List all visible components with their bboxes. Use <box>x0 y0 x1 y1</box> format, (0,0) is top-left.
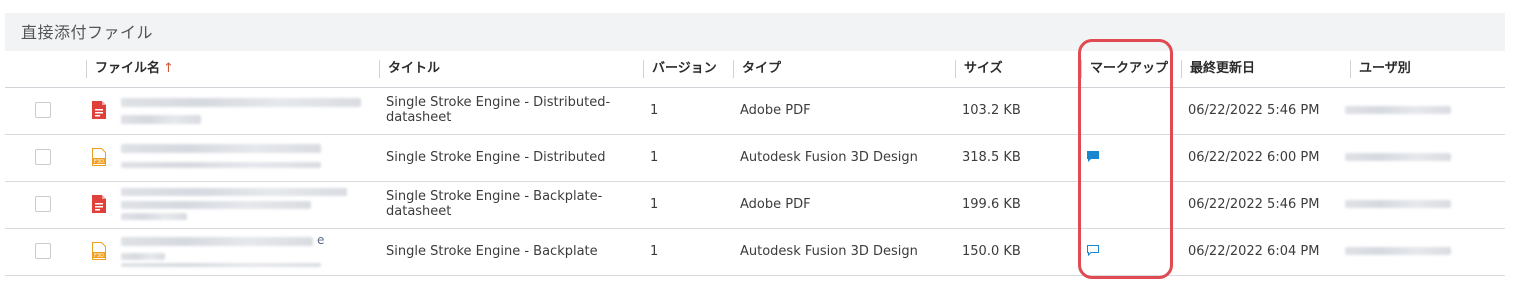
pdf-file-icon <box>92 195 106 213</box>
file-name-redacted[interactable] <box>121 237 313 246</box>
column-header-version[interactable]: バージョン <box>643 60 717 78</box>
file-name-redacted[interactable] <box>121 162 321 168</box>
row-updated: 06/22/2022 5:46 PM <box>1188 103 1320 118</box>
table-row[interactable]: F3D Single Stroke Engine - Distributed 1… <box>5 135 1505 182</box>
row-checkbox[interactable] <box>35 102 51 118</box>
row-checkbox[interactable] <box>35 196 51 212</box>
row-updated: 06/22/2022 5:46 PM <box>1188 197 1320 212</box>
row-title: Single Stroke Engine - Distributed <box>386 150 606 165</box>
row-title: Single Stroke Engine - Backplate <box>386 244 598 259</box>
row-size: 318.5 KB <box>962 150 1021 165</box>
row-version[interactable]: 1 <box>650 150 658 165</box>
row-updated: 06/22/2022 6:04 PM <box>1188 244 1320 259</box>
sort-ascending-icon[interactable]: ↑ <box>163 61 174 76</box>
svg-text:F3D: F3D <box>94 253 104 259</box>
file-name-redacted[interactable] <box>121 144 321 153</box>
table-header: ファイル名 ↑ タイトル バージョン タイプ サイズ マークアップ 最終更新日 ユ… <box>5 51 1505 88</box>
row-title: Single Stroke Engine - Backplate-datashe… <box>386 189 603 219</box>
row-version[interactable]: 1 <box>650 244 658 259</box>
markup-column-highlight <box>1078 39 1173 279</box>
pdf-file-icon <box>92 101 106 119</box>
user-name-redacted <box>1345 200 1451 208</box>
column-header-last-updated[interactable]: 最終更新日 <box>1181 60 1255 78</box>
file-name-suffix[interactable]: e <box>317 233 324 247</box>
f3d-file-icon: F3D <box>92 148 106 166</box>
file-name-redacted[interactable] <box>121 98 361 107</box>
file-name-redacted[interactable] <box>121 201 311 209</box>
table-row[interactable]: F3D e Single Stroke Engine - Backplate 1… <box>5 229 1505 276</box>
column-header-type[interactable]: タイプ <box>733 60 781 78</box>
table-row[interactable]: Single Stroke Engine - Backplate-datashe… <box>5 182 1505 229</box>
file-name-redacted[interactable] <box>121 213 187 220</box>
row-type: Adobe PDF <box>740 103 811 118</box>
column-header-title[interactable]: タイトル <box>379 60 440 78</box>
section-title: 直接添付ファイル <box>21 23 154 42</box>
row-type: Autodesk Fusion 3D Design <box>740 150 918 165</box>
row-size: 103.2 KB <box>962 103 1021 118</box>
file-name-redacted[interactable] <box>121 188 347 196</box>
column-header-user[interactable]: ユーザ別 <box>1350 60 1411 78</box>
user-name-redacted <box>1345 153 1451 161</box>
section-header: 直接添付ファイル <box>5 13 1505 51</box>
row-type: Adobe PDF <box>740 197 811 212</box>
row-title: Single Stroke Engine - Distributed-datas… <box>386 95 611 125</box>
svg-text:F3D: F3D <box>94 159 104 165</box>
row-checkbox[interactable] <box>35 149 51 165</box>
row-type: Autodesk Fusion 3D Design <box>740 244 918 259</box>
row-size: 199.6 KB <box>962 197 1021 212</box>
column-header-size[interactable]: サイズ <box>955 60 1003 78</box>
row-checkbox[interactable] <box>35 243 51 259</box>
table-row[interactable]: Single Stroke Engine - Distributed-datas… <box>5 88 1505 135</box>
user-name-redacted <box>1345 106 1451 114</box>
row-size: 150.0 KB <box>962 244 1021 259</box>
file-name-redacted[interactable] <box>121 253 165 260</box>
file-name-redacted[interactable] <box>121 263 321 267</box>
file-name-redacted[interactable] <box>121 115 201 124</box>
user-name-redacted <box>1345 247 1451 255</box>
column-header-file-name[interactable]: ファイル名 ↑ <box>86 60 174 78</box>
f3d-file-icon: F3D <box>92 242 106 260</box>
row-updated: 06/22/2022 6:00 PM <box>1188 150 1320 165</box>
row-version[interactable]: 1 <box>650 197 658 212</box>
row-version[interactable]: 1 <box>650 103 658 118</box>
